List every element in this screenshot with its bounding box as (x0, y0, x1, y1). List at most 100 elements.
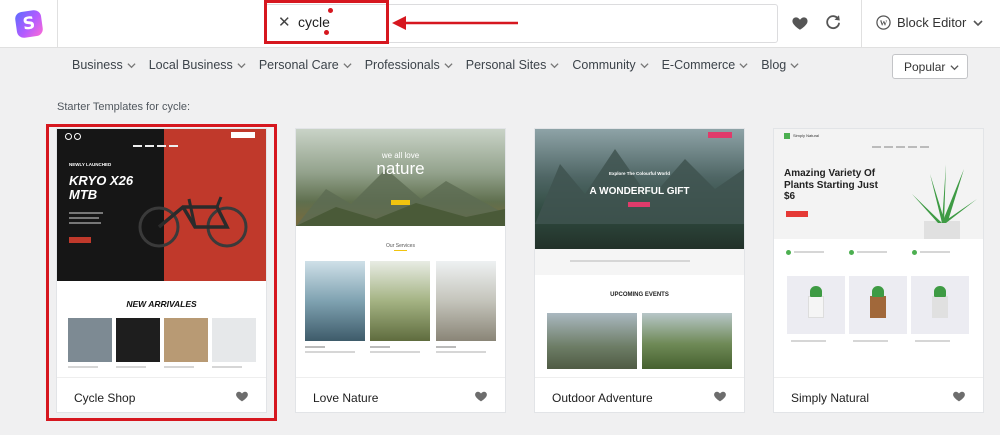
heart-icon[interactable] (791, 14, 809, 32)
preview-text-line (370, 346, 390, 348)
refresh-icon[interactable] (824, 13, 842, 31)
category-label: E-Commerce (661, 58, 736, 72)
category-label: Personal Sites (465, 58, 547, 72)
heart-icon[interactable] (713, 389, 727, 402)
annotation-arrow-icon (392, 16, 518, 30)
preview-text-line (370, 351, 420, 353)
category-label: Personal Care (258, 58, 339, 72)
template-card-love-nature[interactable]: we all love nature Our Services Love Nat… (295, 128, 506, 413)
event-image (642, 313, 732, 369)
preview-text-line (305, 346, 325, 348)
preview-cta-button (628, 202, 650, 207)
category-label: Business (72, 58, 123, 72)
heart-icon[interactable] (952, 389, 966, 402)
feature-icon (912, 250, 917, 255)
preview-text-line (920, 251, 950, 253)
preview-text-line (570, 260, 690, 262)
pot-image (932, 296, 948, 318)
category-blog[interactable]: Blog (761, 58, 799, 72)
feature-icon (849, 250, 854, 255)
chevron-down-icon (343, 62, 352, 68)
plant-leaves (934, 286, 946, 297)
category-label: Professionals (364, 58, 440, 72)
chevron-down-icon (550, 62, 559, 68)
preview-nav-button (708, 132, 732, 138)
search-highlight-box (264, 0, 389, 44)
chevron-down-icon (444, 62, 453, 68)
category-label: Community (572, 58, 636, 72)
event-image (547, 313, 637, 369)
chevron-down-icon (950, 65, 959, 71)
service-image (305, 261, 365, 341)
category-professionals[interactable]: Professionals (365, 58, 453, 72)
preview-text-line (853, 340, 888, 342)
preview-underline (394, 250, 407, 251)
preview-text-line (794, 251, 824, 253)
category-e-commerce[interactable]: E-Commerce (662, 58, 749, 72)
chevron-down-icon (237, 62, 246, 68)
topbar-divider (861, 0, 862, 48)
brand-logo (784, 133, 790, 139)
service-image (370, 261, 430, 341)
service-image (436, 261, 496, 341)
chevron-down-icon (790, 62, 799, 68)
category-label: Local Business (148, 58, 233, 72)
preview-hero-title: Amazing Variety Of Plants Starting Just … (784, 168, 878, 202)
template-card-simply-natural[interactable]: Simply Natural Amazing Variety Of Plants… (773, 128, 984, 413)
preview-text-line (436, 351, 486, 353)
editor-label: Block Editor (897, 15, 967, 30)
preview-text-line (436, 346, 456, 348)
preview-text-line (305, 351, 355, 353)
template-name: Love Nature (313, 391, 379, 405)
preview-section-title: UPCOMING EVENTS (610, 292, 669, 298)
pot-image (808, 296, 824, 318)
card-footer: Simply Natural (774, 377, 983, 412)
template-name: Simply Natural (791, 391, 870, 405)
template-preview[interactable]: we all love nature Our Services (296, 129, 505, 377)
category-personal-care[interactable]: Personal Care (259, 58, 352, 72)
category-business[interactable]: Business (72, 58, 136, 72)
category-local-business[interactable]: Local Business (149, 58, 246, 72)
heart-icon[interactable] (474, 389, 488, 402)
preview-section-title: Our Services (386, 243, 415, 249)
category-nav: Business Local Business Personal Care Pr… (72, 58, 799, 72)
preview-cta-button (786, 211, 808, 217)
card-footer: Love Nature (296, 377, 505, 412)
svg-text:W: W (880, 18, 888, 27)
preview-text-line (915, 340, 950, 342)
editor-select[interactable]: W Block Editor (876, 15, 966, 30)
plant-image (912, 164, 977, 239)
preview-text-line (857, 251, 887, 253)
chevron-down-icon[interactable] (972, 17, 984, 29)
template-card-outdoor-adventure[interactable]: Explore The Colourful World A WONDERFUL … (534, 128, 745, 413)
category-community[interactable]: Community (572, 58, 649, 72)
preview-cta-button (391, 200, 410, 205)
selected-card-highlight (46, 124, 277, 421)
template-preview[interactable]: Simply Natural Amazing Variety Of Plants… (774, 129, 983, 377)
category-label: Blog (761, 58, 787, 72)
chevron-down-icon (640, 62, 649, 68)
template-preview[interactable]: Explore The Colourful World A WONDERFUL … (535, 129, 744, 377)
preview-brand: Simply Natural (793, 133, 820, 138)
category-personal-sites[interactable]: Personal Sites (466, 58, 560, 72)
wordpress-icon: W (876, 15, 891, 30)
results-heading: Starter Templates for cycle: (57, 101, 191, 113)
pot-image (870, 296, 886, 318)
preview-quote-band (535, 249, 744, 275)
preview-text-line (791, 340, 826, 342)
chevron-down-icon (739, 62, 748, 68)
plant-leaves (810, 286, 822, 297)
preview-hero-big: nature (376, 159, 425, 178)
logo-container: S (0, 0, 58, 48)
mountain-image (535, 149, 744, 224)
sort-label: Popular (904, 59, 946, 74)
feature-icon (786, 250, 791, 255)
template-name: Outdoor Adventure (552, 391, 653, 405)
sort-select[interactable]: Popular (892, 54, 968, 79)
card-footer: Outdoor Adventure (535, 377, 744, 412)
preview-hero-big: A WONDERFUL GIFT (589, 186, 690, 197)
top-bar: S ✕ cycle W Block Editor (0, 0, 1000, 48)
chevron-down-icon (127, 62, 136, 68)
plant-leaves (872, 286, 884, 297)
preview-hero-small: Explore The Colourful World (609, 171, 670, 176)
